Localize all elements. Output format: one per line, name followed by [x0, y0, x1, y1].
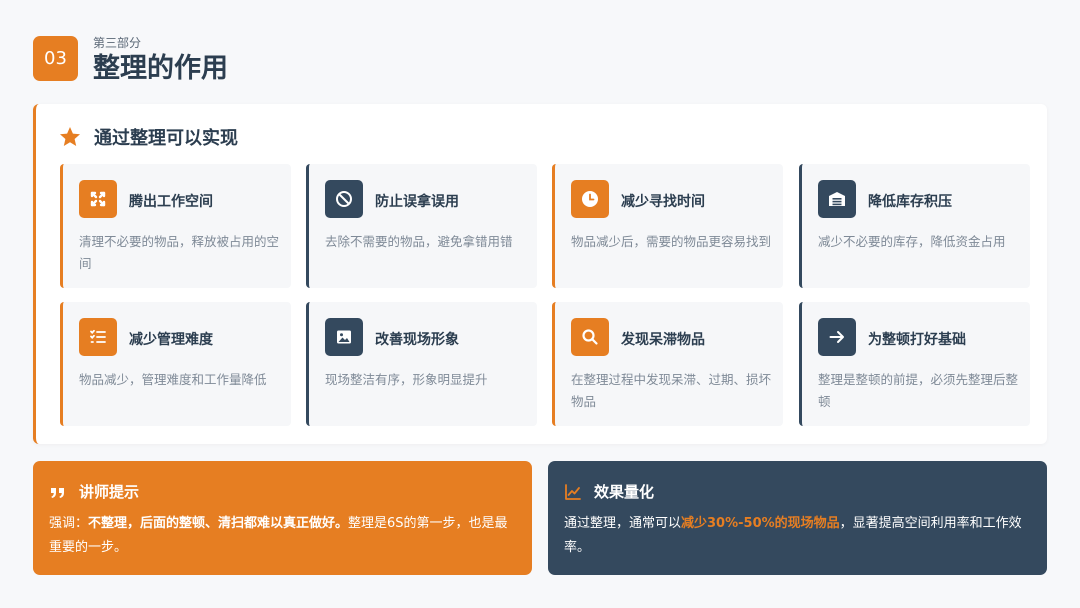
- benefit-tile: 防止误拿误用 去除不需要的物品，避免拿错用错: [306, 164, 537, 288]
- benefits-card: 通过整理可以实现 腾出工作空间 清理不必要的物品，释放被占用的空间 防止误拿误用…: [33, 104, 1047, 444]
- benefit-tile: 发现呆滞物品 在整理过程中发现呆滞、过期、损坏物品: [552, 302, 783, 426]
- benefit-desc: 物品减少后，需要的物品更容易找到: [571, 234, 772, 249]
- expand-icon: [90, 191, 106, 207]
- benefit-title: 降低库存积压: [868, 194, 952, 210]
- search-icon: [582, 329, 598, 345]
- benefit-desc: 现场整洁有序，形象明显提升: [325, 372, 488, 387]
- benefit-title: 减少寻找时间: [621, 194, 705, 210]
- star-icon: [60, 127, 80, 146]
- benefit-title: 减少管理难度: [129, 332, 213, 348]
- benefit-desc: 去除不需要的物品，避免拿错用错: [325, 234, 513, 249]
- benefits-card-header: 通过整理可以实现: [58, 124, 238, 150]
- chart-line-icon: [565, 483, 581, 500]
- effect-quantify-text: 通过整理，通常可以减少30%-50%的现场物品，显著提高空间利用率和工作效率。: [564, 516, 1022, 555]
- benefit-desc: 清理不必要的物品，释放被占用的空间: [79, 234, 280, 271]
- effect-quantify-card: 效果量化 通过整理，通常可以减少30%-50%的现场物品，显著提高空间利用率和工…: [548, 461, 1047, 575]
- instructor-tips-title: 讲师提示: [79, 483, 140, 501]
- benefits-grid: 腾出工作空间 清理不必要的物品，释放被占用的空间 防止误拿误用 去除不需要的物品…: [60, 164, 1030, 426]
- benefit-title: 腾出工作空间: [129, 194, 213, 210]
- benefit-title: 改善现场形象: [375, 332, 459, 348]
- benefit-title: 为整顿打好基础: [868, 332, 966, 348]
- tasks-icon: [90, 329, 106, 343]
- benefit-tile: 减少管理难度 物品减少，管理难度和工作量降低: [60, 302, 291, 426]
- arrow-right-icon: [829, 331, 844, 343]
- quote-icon: [51, 487, 64, 498]
- benefits-card-title: 通过整理可以实现: [94, 128, 238, 149]
- benefit-desc: 减少不必要的库存，降低资金占用: [818, 234, 1006, 249]
- clock-icon: [582, 191, 598, 207]
- benefit-tile: 降低库存积压 减少不必要的库存，降低资金占用: [799, 164, 1030, 288]
- image-icon: [337, 330, 351, 344]
- instructor-tips-card: 讲师提示 强调：不整理，后面的整顿、清扫都难以真正做好。整理是6S的第一步，也是…: [33, 461, 532, 575]
- benefit-tile: 减少寻找时间 物品减少后，需要的物品更容易找到: [552, 164, 783, 288]
- page-title: 整理的作用: [93, 53, 228, 84]
- benefit-title: 发现呆滞物品: [621, 332, 705, 348]
- instructor-tips-text: 强调：不整理，后面的整顿、清扫都难以真正做好。整理是6S的第一步，也是最重要的一…: [49, 516, 508, 555]
- highlight-text: 减少30%-50%的现场物品: [681, 516, 840, 531]
- benefit-desc: 物品减少，管理难度和工作量降低: [79, 372, 267, 387]
- benefit-desc: 在整理过程中发现呆滞、过期、损坏物品: [571, 372, 772, 409]
- section-number-badge: 03: [33, 36, 78, 81]
- benefit-tile: 为整顿打好基础 整理是整顿的前提，必须先整理后整顿: [799, 302, 1030, 426]
- benefit-desc: 整理是整顿的前提，必须先整理后整顿: [818, 372, 1019, 409]
- benefit-tile: 腾出工作空间 清理不必要的物品，释放被占用的空间: [60, 164, 291, 288]
- benefit-tile: 改善现场形象 现场整洁有序，形象明显提升: [306, 302, 537, 426]
- ban-icon: [336, 191, 352, 207]
- effect-quantify-title: 效果量化: [594, 483, 655, 501]
- warehouse-icon: [829, 192, 845, 206]
- benefit-title: 防止误拿误用: [375, 194, 459, 210]
- emphasis-text: 不整理，后面的整顿、清扫都难以真正做好。: [88, 516, 349, 531]
